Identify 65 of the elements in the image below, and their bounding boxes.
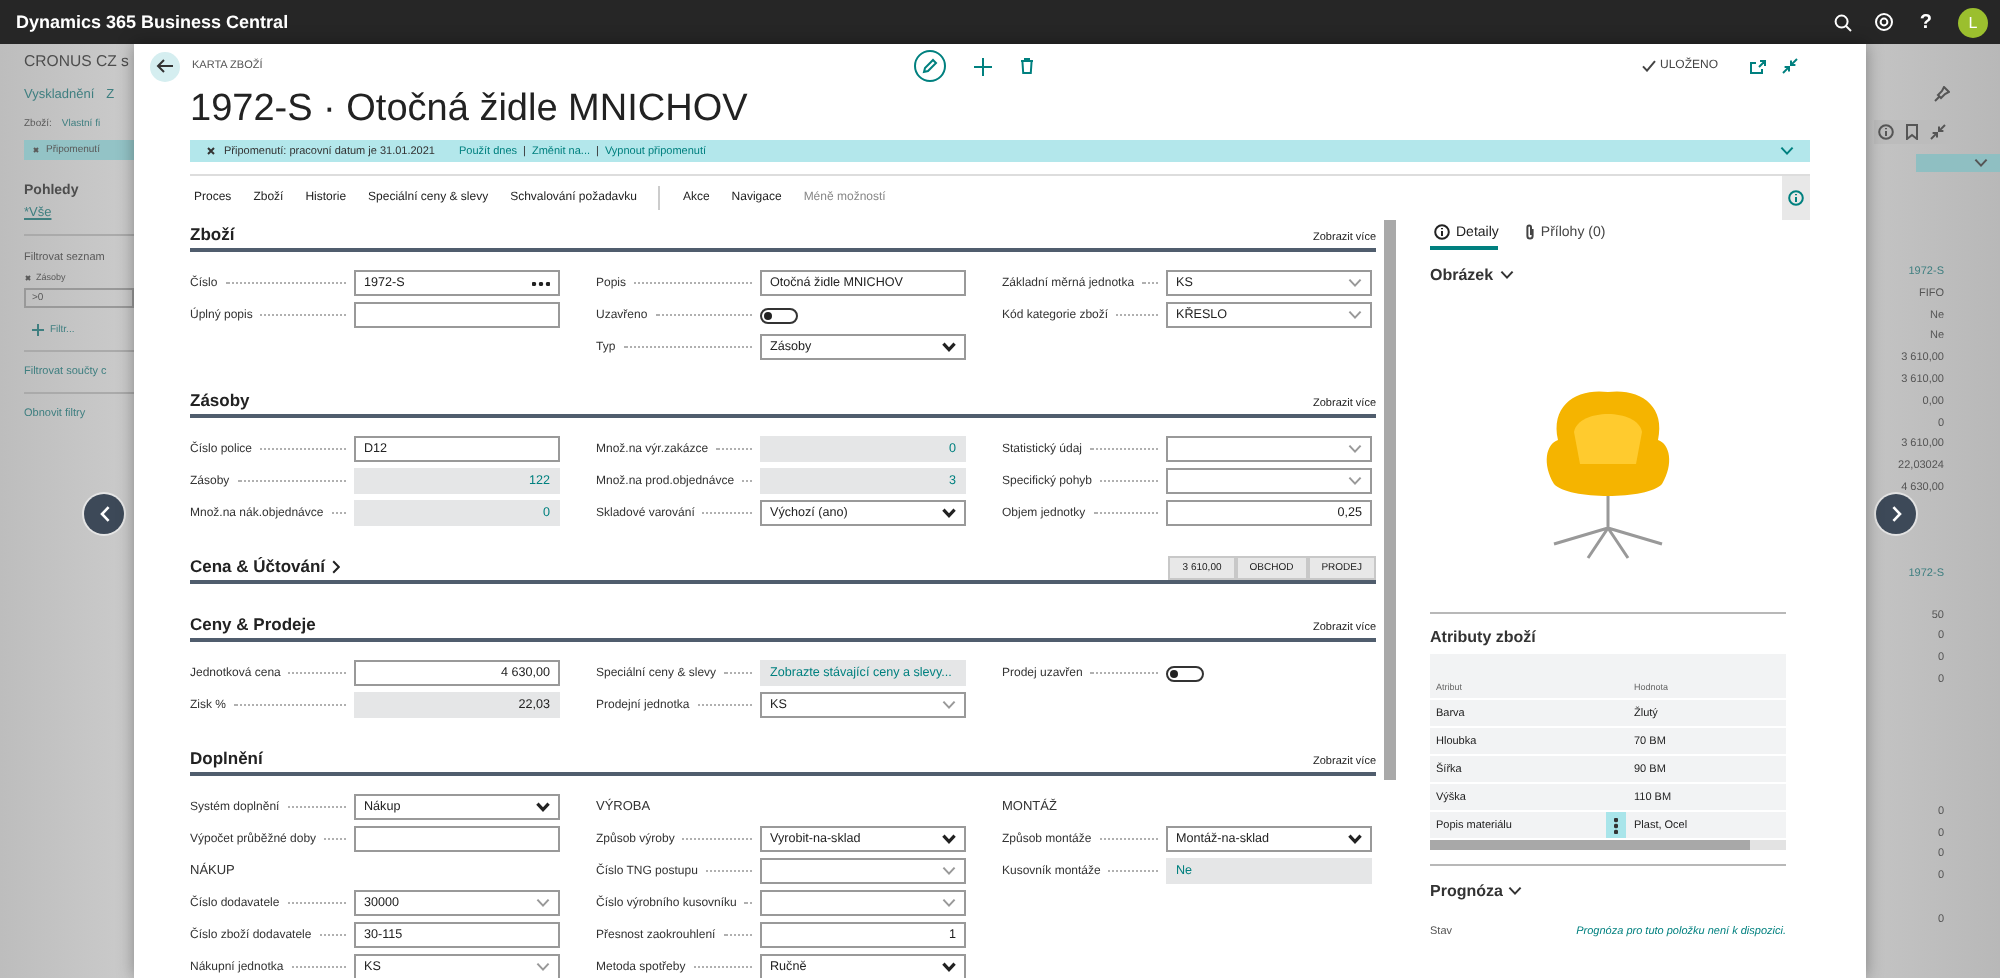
chevron-down-icon — [1348, 310, 1362, 320]
info-icon — [1434, 224, 1450, 240]
chevron-down-icon — [942, 962, 956, 972]
section-title[interactable]: Obrázek — [1430, 266, 1494, 284]
toggle-switch[interactable] — [760, 307, 798, 323]
chevron-down-icon — [1499, 270, 1514, 280]
pencil-icon — [922, 58, 938, 74]
info-button[interactable] — [1782, 176, 1810, 220]
info-icon — [1788, 190, 1804, 206]
input-field[interactable] — [354, 302, 560, 328]
app-title: Dynamics 365 Business Central — [16, 12, 289, 32]
chevron-down-icon — [1348, 476, 1362, 486]
chevron-down-icon — [942, 342, 956, 352]
close-icon[interactable] — [206, 146, 216, 156]
paperclip-icon — [1526, 224, 1535, 240]
chevron-down-icon — [1348, 444, 1362, 454]
previous-button[interactable] — [84, 494, 124, 534]
section-title: Atributy zboží — [1430, 628, 1536, 646]
search-icon[interactable] — [1833, 13, 1852, 31]
pin-icon[interactable] — [1934, 86, 1950, 102]
info-icon — [1878, 124, 1894, 140]
page-title: 1972-S · Otočná židle MNICHOV — [188, 88, 750, 132]
section-title[interactable]: Cena & Účtování — [190, 556, 340, 576]
chevron-down-icon — [942, 700, 956, 710]
settings-icon[interactable] — [1873, 12, 1894, 32]
help-button[interactable]: ? — [1915, 11, 1936, 33]
section-title[interactable]: Doplnění — [190, 748, 263, 768]
chevron-down-icon — [1780, 146, 1794, 156]
chevron-down-icon — [1508, 886, 1523, 896]
trash-icon[interactable] — [1020, 58, 1034, 74]
row-menu-button[interactable] — [1606, 812, 1626, 838]
collapse-icon[interactable] — [1930, 124, 1946, 140]
section-title[interactable]: Prognóza — [1430, 882, 1503, 900]
chevron-down-icon — [942, 834, 956, 844]
input-field[interactable] — [354, 826, 560, 852]
collapse-icon[interactable] — [1782, 58, 1798, 74]
dropdown-field[interactable] — [1166, 468, 1372, 494]
check-icon — [1641, 60, 1656, 72]
edit-button[interactable] — [914, 50, 946, 82]
chevron-down-icon — [1348, 278, 1362, 288]
toggle-switch[interactable] — [1166, 665, 1204, 681]
open-in-new-window-icon[interactable] — [1750, 59, 1766, 73]
chevron-right-icon — [331, 559, 340, 573]
section-title[interactable]: Zásoby — [190, 390, 250, 410]
plus-icon[interactable] — [32, 324, 44, 336]
chevron-left-icon — [99, 506, 109, 522]
chevron-down-icon — [942, 508, 956, 518]
chevron-down-icon — [536, 962, 550, 972]
chevron-down-icon — [536, 802, 550, 812]
plus-icon[interactable] — [974, 57, 992, 75]
back-button[interactable] — [150, 51, 180, 81]
chevron-down-icon — [942, 866, 956, 876]
section-title[interactable]: Zboží — [190, 224, 235, 244]
section-title[interactable]: Ceny & Prodeje — [190, 614, 316, 634]
chevron-right-icon — [1891, 506, 1901, 522]
arrow-left-icon — [156, 58, 174, 74]
dropdown-field[interactable] — [760, 858, 966, 884]
dropdown-field[interactable] — [760, 890, 966, 916]
chevron-down-icon — [1348, 834, 1362, 844]
chevron-down-icon — [942, 898, 956, 908]
bookmark-icon[interactable] — [1906, 124, 1918, 140]
next-button[interactable] — [1876, 494, 1916, 534]
dropdown-field[interactable] — [1166, 436, 1372, 462]
chevron-down-icon — [536, 898, 550, 908]
chevron-down-icon — [1974, 158, 1988, 168]
